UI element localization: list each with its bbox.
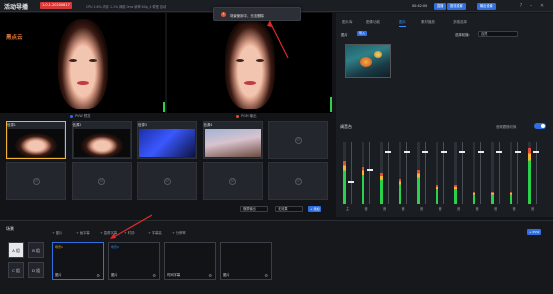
annotation-arrows [110, 20, 289, 239]
